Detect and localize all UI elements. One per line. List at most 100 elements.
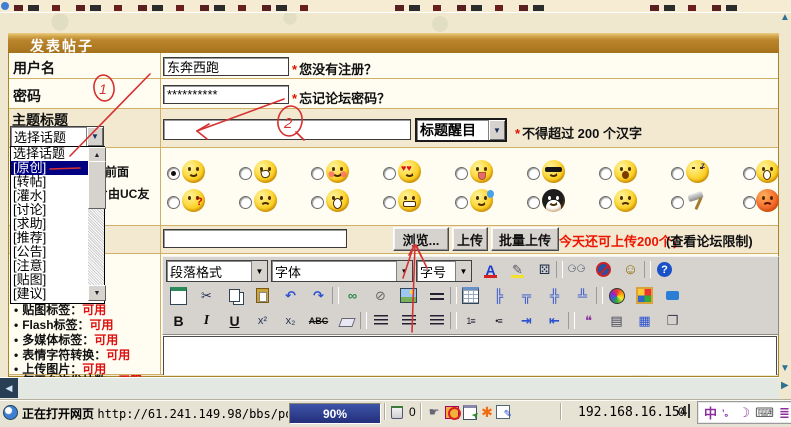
capture-icon[interactable] bbox=[462, 404, 478, 420]
strikethrough-icon[interactable]: ABC bbox=[306, 310, 331, 331]
ime-punctuation-icon[interactable]: ’。 bbox=[722, 406, 734, 419]
insert-row-icon[interactable]: ╦ bbox=[514, 285, 539, 306]
align-right-icon[interactable] bbox=[424, 310, 449, 331]
ime-menu-icon[interactable]: ≣ bbox=[779, 405, 790, 421]
topic-option[interactable]: [灌水] bbox=[11, 189, 88, 203]
upload-button[interactable]: 上传 bbox=[452, 227, 488, 251]
emoticon-tongue-icon[interactable] bbox=[470, 160, 493, 183]
page-scroll-up-icon[interactable]: ▲ bbox=[780, 12, 790, 23]
message-editor-area[interactable] bbox=[163, 336, 777, 375]
topic-option[interactable]: [公告] bbox=[11, 245, 88, 259]
indent-icon[interactable]: ⇥ bbox=[514, 310, 539, 331]
browse-button[interactable]: 浏览... bbox=[393, 227, 449, 251]
emoticon-radio[interactable] bbox=[527, 196, 540, 209]
find-icon[interactable]: ⚆⚆ bbox=[564, 259, 589, 280]
forbid-stamp-icon[interactable] bbox=[591, 259, 616, 280]
emoticon-radio[interactable] bbox=[599, 167, 612, 180]
popup-blocked-icon[interactable] bbox=[444, 404, 460, 420]
copy-icon[interactable] bbox=[222, 285, 247, 306]
ime-chinese-icon[interactable]: 中 bbox=[704, 403, 717, 422]
scrollbar-thumb[interactable] bbox=[88, 161, 106, 209]
paste-document-icon[interactable]: ▤ bbox=[604, 310, 629, 331]
topic-option[interactable]: [推荐] bbox=[11, 231, 88, 245]
paragraph-format-select[interactable]: 段落格式 ▼ bbox=[166, 260, 268, 282]
topic-option[interactable]: [贴图] bbox=[11, 273, 88, 287]
font-color-icon[interactable]: A bbox=[478, 259, 503, 280]
username-input[interactable] bbox=[163, 57, 289, 76]
emoticon-blush-icon[interactable] bbox=[326, 160, 349, 183]
topic-option[interactable]: [求助] bbox=[11, 217, 88, 231]
title-style-select[interactable]: 标题醒目 ▼ bbox=[415, 118, 507, 142]
paste-icon[interactable] bbox=[250, 285, 275, 306]
topic-category-select[interactable]: 选择话题 ▼ bbox=[10, 126, 104, 147]
emoticon-rage-icon[interactable] bbox=[756, 189, 779, 212]
code-icon[interactable]: ▦ bbox=[632, 310, 657, 331]
password-input[interactable] bbox=[163, 85, 289, 104]
emoticon-sleepy-icon[interactable] bbox=[686, 160, 709, 183]
special-char-dice-icon[interactable]: ⚄ bbox=[532, 259, 557, 280]
quote-icon[interactable]: ❝ bbox=[576, 310, 601, 331]
emoticon-radio[interactable] bbox=[383, 196, 396, 209]
dropdown-scrollbar[interactable]: ▲ ▼ bbox=[88, 147, 104, 301]
scroll-left-icon[interactable]: ◀ bbox=[0, 378, 18, 398]
emoticon-question-icon[interactable] bbox=[182, 189, 205, 212]
subscript-icon[interactable]: x₂ bbox=[278, 310, 303, 331]
font-size-select[interactable]: 字号 ▼ bbox=[416, 260, 472, 282]
ime-width-icon[interactable]: ☽ bbox=[739, 405, 751, 421]
emoticon-radio[interactable] bbox=[527, 167, 540, 180]
emoticon-grimace-icon[interactable] bbox=[398, 189, 421, 212]
emoticon-penguin-icon[interactable] bbox=[542, 189, 565, 212]
italic-icon[interactable]: I bbox=[194, 310, 219, 331]
emoticon-angry-icon[interactable] bbox=[254, 189, 277, 212]
batch-upload-button[interactable]: 批量上传 bbox=[491, 227, 559, 251]
superscript-icon[interactable]: x² bbox=[250, 310, 275, 331]
color-wheel-icon[interactable] bbox=[604, 285, 629, 306]
media-icon[interactable] bbox=[632, 285, 657, 306]
emoticon-radio[interactable] bbox=[239, 196, 252, 209]
emoticon-radio[interactable] bbox=[167, 196, 180, 209]
page-scroll-right-icon[interactable]: ▶ bbox=[781, 380, 789, 391]
topic-option[interactable]: [注意] bbox=[11, 259, 88, 273]
forum-limit-link[interactable]: (查看论坛限制) bbox=[666, 231, 753, 250]
ime-keyboard-icon[interactable]: ⌨ bbox=[755, 405, 774, 421]
trash-icon[interactable] bbox=[389, 404, 405, 420]
split-cell-icon[interactable]: ╩ bbox=[570, 285, 595, 306]
edit-icon[interactable] bbox=[495, 404, 511, 420]
new-document-icon[interactable] bbox=[166, 285, 191, 306]
horizontal-rule-icon[interactable] bbox=[424, 285, 449, 306]
topic-option[interactable]: [建议] bbox=[11, 287, 88, 301]
emoticon-love-eyes-icon[interactable] bbox=[398, 160, 421, 183]
insert-link-icon[interactable]: ∞ bbox=[340, 285, 365, 306]
remove-link-icon[interactable]: ⊘ bbox=[368, 285, 393, 306]
redo-icon[interactable]: ↷ bbox=[306, 285, 331, 306]
highlight-icon[interactable]: ✎ bbox=[505, 259, 530, 280]
bold-icon[interactable]: B bbox=[166, 310, 191, 331]
offline-icon[interactable]: ☛ bbox=[426, 404, 442, 420]
emoticon-radio[interactable] bbox=[239, 167, 252, 180]
outdent-icon[interactable]: ⇤ bbox=[542, 310, 567, 331]
emoticon-shout-icon[interactable] bbox=[614, 160, 637, 183]
upload-file-input[interactable] bbox=[163, 229, 347, 248]
insert-column-icon[interactable]: ╠ bbox=[486, 285, 511, 306]
emoticon-radio[interactable] bbox=[671, 196, 684, 209]
topic-option[interactable]: [讨论] bbox=[11, 203, 88, 217]
emoticon-radio[interactable] bbox=[599, 196, 612, 209]
align-left-icon[interactable] bbox=[368, 310, 393, 331]
align-center-icon[interactable] bbox=[396, 310, 421, 331]
flash-icon[interactable]: ✱ bbox=[479, 404, 495, 420]
title-input[interactable] bbox=[163, 119, 411, 140]
emoticon-radio[interactable] bbox=[455, 167, 468, 180]
ordered-list-icon[interactable]: 1≡ bbox=[458, 310, 483, 331]
underline-icon[interactable]: U bbox=[222, 310, 247, 331]
chevron-down-icon[interactable]: ▼ bbox=[488, 120, 505, 140]
topic-option-selected[interactable]: [原创] bbox=[11, 161, 88, 175]
copy-document-icon[interactable]: ❐ bbox=[660, 310, 685, 331]
chevron-down-icon[interactable]: ▼ bbox=[455, 261, 471, 281]
topic-option[interactable]: 选择话题 bbox=[11, 147, 88, 161]
chevron-down-icon[interactable]: ▼ bbox=[251, 261, 267, 281]
emoticon-giggle-icon[interactable] bbox=[254, 160, 277, 183]
emoticon-cool-icon[interactable] bbox=[542, 160, 565, 183]
page-scroll-down-icon[interactable]: ▼ bbox=[780, 363, 790, 374]
emoticon-radio[interactable] bbox=[311, 196, 324, 209]
chevron-down-icon[interactable]: ▼ bbox=[86, 127, 103, 146]
